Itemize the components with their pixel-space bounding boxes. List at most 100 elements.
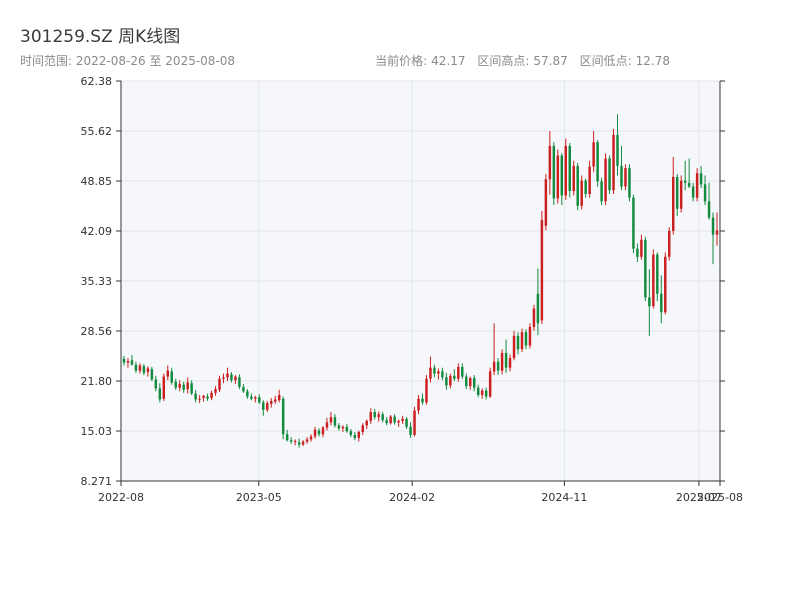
candle-body (293, 440, 297, 442)
candle-body (254, 397, 257, 399)
candle-body (675, 176, 679, 209)
candle-body (636, 248, 639, 257)
candle-body (528, 327, 532, 346)
candle-body (266, 403, 269, 410)
candle-body (664, 256, 667, 313)
candle-body (238, 377, 241, 387)
candle-body (580, 180, 583, 206)
candle-body (333, 417, 337, 426)
candle-body (433, 367, 436, 374)
candle-body (218, 378, 221, 390)
candle-body (425, 378, 428, 403)
candle-body (401, 418, 404, 421)
candle-body (568, 145, 571, 192)
candle-body (612, 134, 615, 191)
candle-body (715, 230, 719, 235)
candle-body (512, 335, 516, 359)
candle-body (158, 388, 162, 400)
candle-body (397, 420, 400, 423)
candle-body (305, 439, 309, 442)
candle-body (405, 418, 408, 427)
candle-body (166, 370, 170, 377)
candle-body (711, 217, 715, 235)
candle-body (652, 254, 655, 307)
candle-body (500, 352, 504, 371)
candle-body (206, 396, 209, 399)
candle-body (457, 366, 460, 379)
candle-body (604, 158, 607, 202)
candle-body (321, 427, 325, 435)
candle-body (190, 383, 193, 394)
candle-body (146, 368, 150, 373)
candle-body (496, 361, 500, 371)
candle-body (671, 176, 675, 231)
candle-body (679, 180, 683, 209)
candle-body (476, 387, 480, 396)
candle-body (373, 412, 376, 418)
candle-body (393, 416, 396, 423)
candle-body (337, 425, 341, 429)
candle-body (461, 366, 464, 377)
candle-body (540, 219, 544, 321)
y-tick-label: 55.62 (81, 125, 113, 138)
candle-body (289, 440, 293, 442)
candle-body (325, 422, 329, 428)
candle-body (361, 425, 365, 432)
candle-body (656, 254, 659, 294)
candle-body (429, 367, 432, 379)
candle-body (174, 381, 177, 388)
candle-body (695, 173, 699, 198)
candle-body (465, 376, 468, 387)
candle-body (504, 352, 508, 368)
candle-body (437, 371, 440, 374)
candle-body (134, 364, 138, 371)
candle-body (703, 184, 707, 202)
candle-body (492, 361, 496, 372)
candle-body (202, 395, 205, 398)
candle-body (484, 390, 488, 397)
candle-body (548, 145, 552, 180)
candle-body (596, 142, 599, 182)
candle-body (668, 230, 671, 257)
candle-body (560, 155, 564, 196)
candle-body (273, 399, 277, 402)
y-tick-label: 8.271 (81, 475, 113, 488)
y-tick-label: 48.85 (81, 175, 113, 188)
candle-body (317, 430, 321, 435)
candle-body (624, 168, 627, 187)
candle-body (301, 441, 305, 445)
candle-body (285, 434, 289, 441)
y-tick-label: 28.56 (81, 325, 113, 338)
candle-body (389, 416, 392, 424)
candle-body (182, 384, 185, 390)
candle-body (453, 375, 456, 379)
candlestick-chart: 8.271 15.03 21.80 28.56 35.33 42.09 48.85 55.62… (81, 75, 743, 504)
candle-body (421, 398, 424, 403)
candle-body (508, 358, 512, 368)
candle-body (660, 293, 663, 313)
candle-body (154, 379, 158, 389)
candle-body (449, 375, 452, 386)
candle-body (369, 412, 372, 421)
candle-body (592, 142, 595, 167)
candle-body (683, 180, 687, 183)
candle-body (377, 414, 380, 418)
candle-body (488, 371, 492, 397)
x-tick-label: 2025-08 (697, 491, 743, 504)
candle-body (572, 165, 575, 192)
candle-body (345, 426, 349, 432)
candle-body (699, 173, 703, 185)
candle-body (262, 402, 265, 410)
candle-body (214, 389, 217, 393)
candle-body (130, 360, 134, 365)
candle-body (258, 397, 261, 403)
candle-body (297, 442, 301, 445)
candle-body (230, 374, 233, 381)
candle-body (126, 361, 130, 363)
candle-body (178, 383, 181, 388)
candle-body (445, 377, 448, 386)
y-tick-label: 15.03 (81, 425, 113, 438)
candle-body (270, 400, 273, 404)
candle-body (552, 145, 556, 199)
candle-body (644, 239, 647, 298)
